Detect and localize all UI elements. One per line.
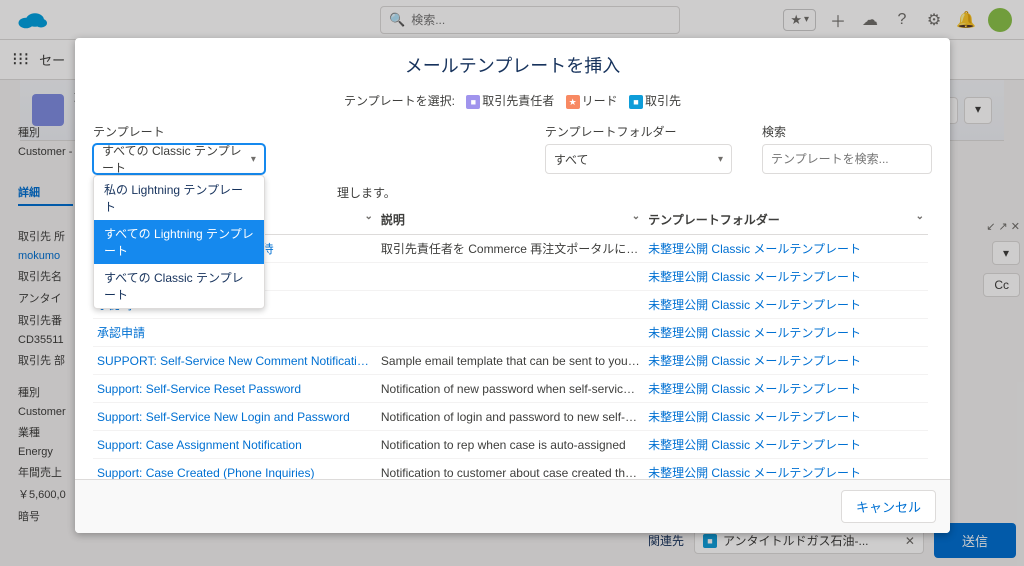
- field-label: 年間売上: [18, 464, 73, 480]
- template-desc: Notification to rep when case is auto-as…: [377, 431, 644, 459]
- template-filter-dropdown: 私の Lightning テンプレートすべての Lightning テンプレート…: [93, 175, 265, 309]
- search-filter-label: 検索: [762, 123, 932, 140]
- star-icon: ★: [790, 12, 802, 28]
- field-label: 取引先番: [18, 312, 73, 328]
- dropdown-item[interactable]: 私の Lightning テンプレート: [94, 176, 264, 220]
- table-row[interactable]: Support: Case Assignment NotificationNot…: [93, 431, 928, 459]
- panel-controls[interactable]: ↙ ↗ ✕: [986, 220, 1020, 233]
- modal-title: メールテンプレートを挿入: [75, 52, 950, 78]
- field-value: ￥5,600,0: [18, 486, 73, 502]
- template-desc: Notification of new password when self-s…: [377, 375, 644, 403]
- account-icon: [32, 94, 64, 126]
- table-row[interactable]: 承認申請 未整理公開 Classic メールテンプレート: [93, 319, 928, 347]
- field-label: 取引先名: [18, 268, 73, 284]
- chevron-down-icon: ▾: [804, 14, 809, 25]
- app-launcher-icon[interactable]: ⁝⁝⁝: [12, 49, 29, 70]
- template-name-link[interactable]: Support: Case Created (Phone Inquiries): [93, 459, 377, 480]
- trailhead-icon[interactable]: ☁: [860, 10, 880, 30]
- field-value: Energy: [18, 446, 73, 458]
- table-row[interactable]: Support: Self-Service Reset PasswordNoti…: [93, 375, 928, 403]
- template-desc: [377, 263, 644, 291]
- template-folder-link[interactable]: 未整理公開 Classic メールテンプレート: [644, 263, 928, 291]
- modal-insert-email-template: メールテンプレートを挿入 テンプレートを選択: ■取引先責任者 ★リード ■取引…: [75, 38, 950, 533]
- salesforce-logo: [12, 6, 52, 34]
- field-type-label: 種別: [18, 124, 73, 140]
- record-action-caret[interactable]: ▾: [964, 97, 992, 124]
- modal-subtitle: テンプレートを選択: ■取引先責任者 ★リード ■取引先: [75, 86, 950, 123]
- account-icon: ■: [703, 534, 717, 548]
- user-avatar[interactable]: [988, 8, 1012, 32]
- template-folder-link[interactable]: 未整理公開 Classic メールテンプレート: [644, 319, 928, 347]
- template-folder-link[interactable]: 未整理公開 Classic メールテンプレート: [644, 347, 928, 375]
- template-folder-link[interactable]: 未整理公開 Classic メールテンプレート: [644, 375, 928, 403]
- template-desc: [377, 291, 644, 319]
- template-folder-link[interactable]: 未整理公開 Classic メールテンプレート: [644, 291, 928, 319]
- help-icon[interactable]: ?: [892, 10, 912, 30]
- field-label: 取引先 部: [18, 352, 73, 368]
- field-value: Customer: [18, 406, 73, 418]
- chevron-down-icon: ▾: [718, 154, 723, 165]
- template-name-link[interactable]: Support: Case Assignment Notification: [93, 431, 377, 459]
- global-header: 🔍 ★▾ ＋ ☁ ? ⚙ 🔔: [0, 0, 1024, 40]
- template-desc: Sample email template that can be sent t…: [377, 347, 644, 375]
- account-icon: ■: [629, 95, 643, 109]
- folder-filter-label: テンプレートフォルダー: [545, 123, 732, 140]
- field-value: アンタイ: [18, 290, 73, 306]
- field-value: CD35511: [18, 334, 73, 346]
- dropdown-item[interactable]: すべての Lightning テンプレート: [94, 220, 264, 264]
- template-filter-label: テンプレート: [93, 123, 265, 140]
- dropdown-item[interactable]: すべての Classic テンプレート: [94, 264, 264, 308]
- col-folder[interactable]: テンプレートフォルダー⌄: [644, 205, 928, 235]
- detail-tab[interactable]: 詳細: [18, 184, 73, 206]
- col-desc[interactable]: 説明⌄: [377, 205, 644, 235]
- global-search[interactable]: 🔍: [380, 6, 680, 34]
- to-field-caret[interactable]: ▾: [992, 241, 1020, 265]
- contact-icon: ■: [466, 95, 480, 109]
- template-folder-link[interactable]: 未整理公開 Classic メールテンプレート: [644, 403, 928, 431]
- template-desc: 取引先責任者を Commerce 再注文ポータルに招待します。: [377, 235, 644, 263]
- template-filter-select[interactable]: すべての Classic テンプレート ▾ 私の Lightning テンプレー…: [93, 144, 265, 174]
- template-name-link[interactable]: Support: Self-Service Reset Password: [93, 375, 377, 403]
- sort-icon: ⌄: [365, 211, 373, 222]
- related-label: 関連先: [648, 532, 684, 549]
- cc-button[interactable]: Cc: [983, 273, 1020, 297]
- template-folder-link[interactable]: 未整理公開 Classic メールテンプレート: [644, 235, 928, 263]
- template-desc: Notification of login and password to ne…: [377, 403, 644, 431]
- template-name-link[interactable]: 承認申請: [93, 319, 377, 347]
- chevron-down-icon: ▾: [251, 154, 256, 165]
- field-label: 暗号: [18, 508, 73, 524]
- field-type-value: Customer -: [18, 146, 73, 158]
- lead-icon: ★: [566, 95, 580, 109]
- table-row[interactable]: SUPPORT: Self-Service New Comment Notifi…: [93, 347, 928, 375]
- folder-filter-select[interactable]: すべて ▾: [545, 144, 732, 174]
- field-label: 種別: [18, 384, 73, 400]
- field-label: 取引先 所: [18, 228, 73, 244]
- notification-icon[interactable]: 🔔: [956, 10, 976, 30]
- table-row[interactable]: Support: Case Created (Phone Inquiries)N…: [93, 459, 928, 480]
- field-value[interactable]: mokumo: [18, 250, 73, 262]
- field-label: 業種: [18, 424, 73, 440]
- app-name: セー: [39, 50, 65, 69]
- template-name-link[interactable]: Support: Self-Service New Login and Pass…: [93, 403, 377, 431]
- add-icon[interactable]: ＋: [828, 10, 848, 30]
- template-folder-link[interactable]: 未整理公開 Classic メールテンプレート: [644, 431, 928, 459]
- search-icon: 🔍: [389, 12, 405, 28]
- table-row[interactable]: Support: Self-Service New Login and Pass…: [93, 403, 928, 431]
- sort-icon: ⌄: [916, 211, 924, 222]
- cancel-button[interactable]: キャンセル: [841, 490, 936, 523]
- template-desc: [377, 319, 644, 347]
- sort-icon: ⌄: [632, 211, 640, 222]
- template-folder-link[interactable]: 未整理公開 Classic メールテンプレート: [644, 459, 928, 480]
- global-search-input[interactable]: [411, 13, 671, 27]
- clear-icon[interactable]: ✕: [905, 534, 915, 548]
- template-desc: Notification to customer about case crea…: [377, 459, 644, 480]
- favorites-menu[interactable]: ★▾: [783, 9, 816, 31]
- setup-icon[interactable]: ⚙: [924, 10, 944, 30]
- template-name-link[interactable]: SUPPORT: Self-Service New Comment Notifi…: [93, 347, 377, 375]
- template-search-input[interactable]: [762, 144, 932, 174]
